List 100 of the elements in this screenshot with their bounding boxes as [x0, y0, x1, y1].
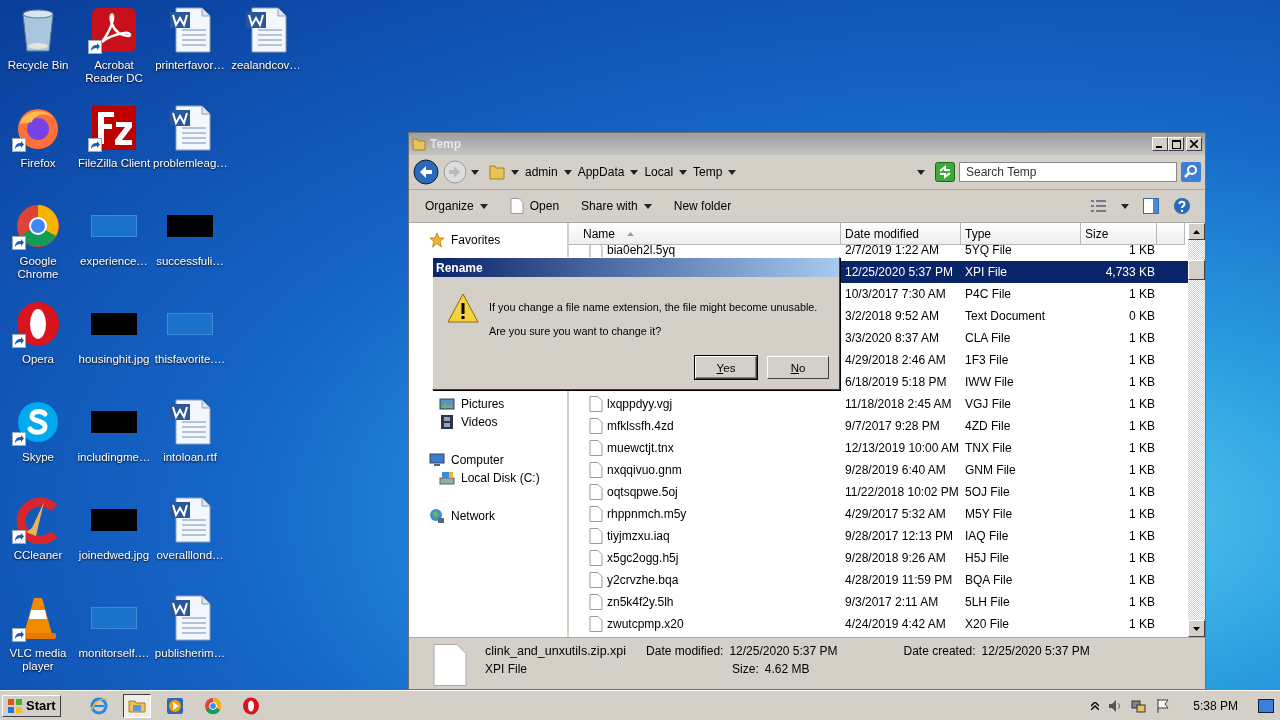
back-button[interactable] [413, 159, 439, 185]
network-icon[interactable] [1131, 697, 1148, 714]
breadcrumb-item[interactable]: Local [644, 165, 674, 179]
scroll-down-icon[interactable] [1193, 626, 1200, 631]
help-icon[interactable] [1173, 197, 1191, 215]
file-row[interactable]: x5gc2ogg.h5j 9/28/2018 9:26 AM H5J File 1 KB [569, 547, 1188, 569]
new-folder-button[interactable]: New folder [671, 197, 734, 215]
nav-item[interactable]: Videos [461, 415, 498, 429]
desktop-icon-label[interactable]: intoloan.rtf [153, 451, 227, 464]
desktop-icon-label[interactable]: monitorself.… [77, 647, 151, 660]
desktop-icon-label[interactable]: includingme… [77, 451, 151, 464]
flag-icon[interactable] [1155, 697, 1172, 714]
desktop-icon-label[interactable]: experience… [77, 255, 151, 268]
file-row[interactable]: lxqppdyy.vgj 11/18/2018 2:45 AM VGJ File 1 KB [569, 393, 1188, 415]
desktop-icon-label[interactable]: housinghit.jpg [77, 353, 151, 366]
file-row[interactable]: muewctjt.tnx 12/13/2019 10:00 AM TNX File 1 KB [569, 437, 1188, 459]
minimize-button[interactable] [1152, 137, 1168, 151]
date-cell-text: 3/2/2018 9:52 AM [844, 309, 941, 323]
desktop-icon-label[interactable]: Recycle Bin [1, 59, 75, 72]
breadcrumb-item[interactable]: Temp [693, 165, 723, 179]
column-header[interactable]: Size [1081, 223, 1157, 245]
nav-item[interactable]: Favorites [451, 233, 501, 247]
windows-logo-icon [7, 697, 23, 714]
show-desktop-icon[interactable] [1258, 698, 1274, 713]
maximize-button[interactable] [1168, 137, 1184, 151]
toolbar-menu-button[interactable]: Organize [423, 197, 490, 215]
view-options-icon[interactable] [1091, 199, 1107, 213]
date-cell-text: 11/18/2018 2:45 AM [844, 397, 953, 411]
desktop-icon-label[interactable]: zealandcov… [229, 59, 303, 72]
date-cell-text: 4/29/2017 5:32 AM [844, 507, 947, 521]
pictures-icon [439, 396, 455, 412]
column-header[interactable]: Type [961, 223, 1081, 245]
search-field[interactable]: Search Temp [959, 162, 1177, 182]
dialog-button[interactable]: No [767, 356, 829, 379]
desktop-icon-label[interactable]: Acrobat Reader DC [77, 59, 151, 85]
date-cell-text: 12/13/2019 10:00 AM [844, 441, 961, 455]
desktop-icon-label[interactable]: printerfavor… [153, 59, 227, 72]
column-header[interactable]: Date modified [841, 223, 961, 245]
file-row[interactable]: tiyjmzxu.iaq 9/28/2017 12:13 PM IAQ File 1 KB [569, 525, 1188, 547]
file-icon [509, 198, 524, 214]
search-icon[interactable] [1181, 162, 1201, 182]
file-row[interactable]: zn5k4f2y.5lh 9/3/2017 2:11 AM 5LH File 1 KB [569, 591, 1188, 613]
file-row[interactable]: oqtsqpwe.5oj 11/22/2018 10:02 PM 5OJ File 1 KB [569, 481, 1188, 503]
file-name: x5gc2ogg.h5j [607, 551, 679, 565]
caret-icon [643, 203, 652, 209]
desktop-icon-label[interactable]: VLC media player [1, 647, 75, 673]
star-icon [429, 232, 445, 248]
breadcrumb-item[interactable]: admin [525, 165, 558, 179]
chevron-up-icon[interactable] [1091, 701, 1100, 710]
size-cell-text: 1 KB [1128, 353, 1156, 367]
scroll-thumb[interactable] [1188, 260, 1205, 280]
desktop-icon-label[interactable]: FileZilla Client [77, 157, 151, 170]
type-cell-text: VGJ File [964, 397, 1012, 411]
type-cell-text: GNM File [964, 463, 1017, 477]
file-row[interactable]: rhppnmch.m5y 4/29/2017 5:32 AM M5Y File 1 KB [569, 503, 1188, 525]
desktop-icon-label[interactable]: thisfavorite.… [153, 353, 227, 366]
desktop-icon-label[interactable]: publisherim… [153, 647, 227, 660]
start-button[interactable]: Start [2, 694, 61, 717]
desktop-icon-label[interactable]: CCleaner [1, 549, 75, 562]
desktop-icon-label[interactable]: problemleag… [153, 157, 227, 170]
type-cell-text: M5Y File [964, 507, 1014, 521]
desktop-icon-label[interactable]: successfuli… [153, 255, 227, 268]
taskbar-app-button[interactable] [122, 693, 151, 718]
file-name: zn5k4f2y.5lh [607, 595, 674, 609]
nav-item[interactable]: Pictures [461, 397, 505, 411]
desktop-icon-label[interactable]: Google Chrome [1, 255, 75, 281]
file-row[interactable]: mfklssfh.4zd 9/7/2017 9:28 PM 4ZD File 1 KB [569, 415, 1188, 437]
date-cell-text: 11/22/2018 10:02 PM [844, 485, 960, 499]
size-cell-text: 1 KB [1128, 551, 1156, 565]
file-row[interactable]: zwutcpmp.x20 4/24/2019 4:42 AM X20 File 1 KB [569, 613, 1188, 635]
maximize-icon [1171, 139, 1181, 149]
open-button[interactable]: Open [507, 196, 562, 216]
desktop-icon-label[interactable]: Skype [1, 451, 75, 464]
image-thumbnail [91, 411, 137, 433]
desktop-icon-label[interactable]: Firefox [1, 157, 75, 170]
desktop-icon-label[interactable]: Opera [1, 353, 75, 366]
vertical-scrollbar[interactable] [1188, 223, 1205, 637]
desktop-icon-label[interactable]: joinedwed.jpg [77, 549, 151, 562]
size-cell-text: 1 KB [1128, 375, 1156, 389]
nav-item[interactable]: Computer [451, 453, 504, 467]
nav-item[interactable]: Network [451, 509, 495, 523]
breadcrumb-item[interactable]: AppData [577, 165, 625, 179]
file-row[interactable]: nxqqivuo.gnm 9/28/2019 6:40 AM GNM File 1 KB [569, 459, 1188, 481]
column-header[interactable]: Name [569, 223, 841, 245]
clock[interactable]: 5:38 PM [1193, 698, 1238, 713]
nav-item[interactable]: Local Disk (C:) [461, 471, 540, 485]
drive-icon [439, 470, 455, 486]
size-cell-text: 1 KB [1128, 441, 1156, 455]
desktop-icon-label[interactable]: overalllond… [153, 549, 227, 562]
refresh-button[interactable] [935, 162, 955, 182]
scroll-up-icon[interactable] [1193, 229, 1200, 234]
media-player-icon [164, 695, 185, 716]
size-cell-text: 1 KB [1128, 419, 1156, 433]
file-row[interactable]: y2crvzhe.bqa 4/28/2019 11:59 PM BQA File 1 KB [569, 569, 1188, 591]
preview-pane-icon[interactable] [1143, 198, 1159, 214]
dialog-button[interactable]: Yes [695, 356, 757, 379]
toolbar-menu-button[interactable]: Share with [579, 197, 654, 215]
size-cell-text: 1 KB [1128, 485, 1156, 499]
size-cell-text: 1 KB [1128, 331, 1156, 345]
close-button[interactable] [1186, 137, 1202, 151]
